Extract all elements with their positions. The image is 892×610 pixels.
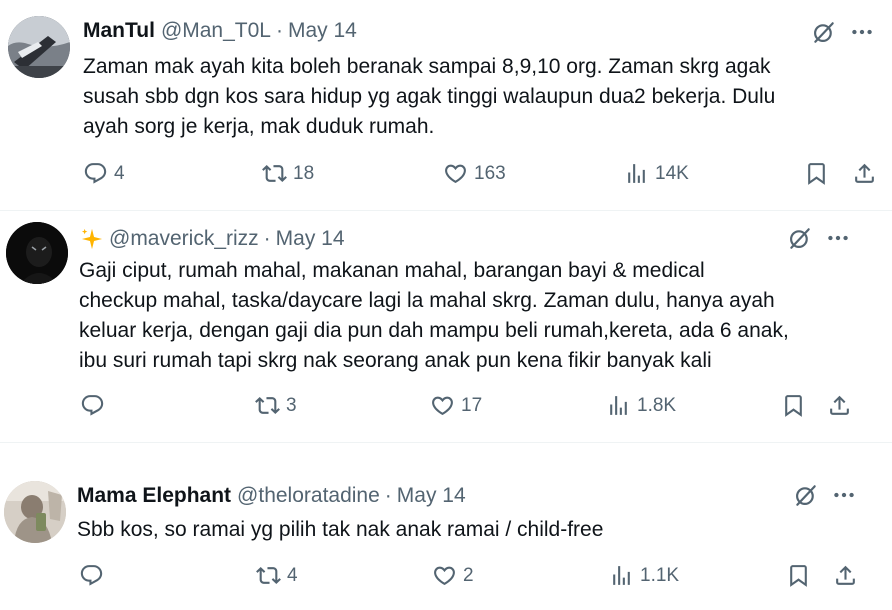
more-options-icon[interactable]	[849, 19, 875, 45]
tweet-text-line: keluar kerja, dengan gaji dia pun dah ma…	[79, 319, 789, 342]
more-options-icon[interactable]	[825, 225, 851, 251]
view-count: 14K	[655, 162, 689, 184]
repost-count: 3	[286, 394, 297, 416]
bookmark-icon	[804, 161, 829, 186]
tweet-text-line: Zaman mak ayah kita boleh beranak sampai…	[83, 55, 771, 78]
repost-button[interactable]: 4	[256, 563, 298, 588]
tweet-header: @maverick_rizz · May 14	[81, 227, 345, 251]
action-bar: 3 17 1.8K	[0, 393, 892, 423]
tweet-text: Gaji ciput, rumah mahal, makanan mahal, …	[79, 256, 789, 376]
like-button[interactable]: 163	[443, 161, 506, 186]
bookmark-button[interactable]	[804, 161, 829, 186]
avatar[interactable]	[4, 481, 66, 543]
like-count: 163	[474, 162, 506, 184]
share-button[interactable]	[833, 563, 858, 588]
tweet-text-line: ayah sorg je kerja, mak duduk rumah.	[83, 115, 435, 138]
separator-dot: ·	[263, 227, 271, 250]
tweet-text-line: ibu suri rumah tapi skrg nak seorang ana…	[79, 349, 712, 372]
bookmark-icon	[786, 563, 811, 588]
views-button[interactable]: 14K	[624, 161, 689, 186]
grok-icon[interactable]	[793, 482, 819, 508]
share-button[interactable]	[827, 393, 852, 418]
tweet-text: Zaman mak ayah kita boleh beranak sampai…	[83, 52, 775, 142]
author-handle[interactable]: @Man_T0L	[161, 19, 271, 43]
post-date[interactable]: May 14	[397, 484, 466, 508]
grok-icon[interactable]	[811, 19, 837, 45]
heart-icon	[443, 161, 468, 186]
tweet-3[interactable]: Mama Elephant @theloratadine · May 14 Sb…	[0, 443, 892, 610]
share-icon	[833, 563, 858, 588]
repost-count: 18	[293, 162, 315, 184]
author-name[interactable]: Mama Elephant	[77, 484, 231, 508]
reply-button[interactable]	[79, 563, 110, 588]
reply-icon	[80, 393, 105, 418]
repost-icon	[262, 161, 287, 186]
tweet-header: ManTul @Man_T0L · May 14	[83, 19, 357, 43]
tweet-text-line: checkup mahal, taska/daycare lagi la mah…	[79, 289, 775, 312]
view-count: 1.8K	[637, 394, 677, 416]
tweet-2[interactable]: @maverick_rizz · May 14 Gaji ciput, ruma…	[0, 211, 892, 442]
tweet-header: Mama Elephant @theloratadine · May 14	[77, 484, 466, 508]
views-icon	[606, 393, 631, 418]
repost-icon	[256, 563, 281, 588]
heart-icon	[432, 563, 457, 588]
views-button[interactable]: 1.8K	[606, 393, 676, 418]
tweet-text-line: Gaji ciput, rumah mahal, makanan mahal, …	[79, 259, 705, 282]
repost-button[interactable]: 18	[262, 161, 314, 186]
post-date[interactable]: May 14	[276, 227, 345, 251]
tweet-text-line: susah sbb dgn kos sara hidup yg agak tin…	[83, 85, 776, 108]
views-icon	[624, 161, 649, 186]
bookmark-button[interactable]	[781, 393, 806, 418]
share-icon	[852, 161, 877, 186]
grok-icon[interactable]	[787, 225, 813, 251]
separator-dot: ·	[275, 19, 283, 42]
like-button[interactable]: 17	[430, 393, 482, 418]
tweet-1[interactable]: ManTul @Man_T0L · May 14 Zaman mak ayah …	[0, 0, 892, 210]
like-button[interactable]: 2	[432, 563, 474, 588]
repost-count: 4	[287, 564, 298, 586]
views-icon	[609, 563, 634, 588]
bookmark-icon	[781, 393, 806, 418]
reply-icon	[79, 563, 104, 588]
view-count: 1.1K	[640, 564, 680, 586]
more-options-icon[interactable]	[831, 482, 857, 508]
tweet-text: Sbb kos, so ramai yg pilih tak nak anak …	[77, 515, 603, 545]
views-button[interactable]: 1.1K	[609, 563, 679, 588]
share-icon	[827, 393, 852, 418]
reply-button[interactable]	[80, 393, 111, 418]
separator-dot: ·	[384, 484, 392, 507]
author-handle[interactable]: @theloratadine	[237, 484, 380, 508]
share-button[interactable]	[852, 161, 877, 186]
repost-button[interactable]: 3	[255, 393, 297, 418]
action-bar: 4 2 1.1K	[0, 563, 892, 593]
repost-icon	[255, 393, 280, 418]
author-handle[interactable]: @maverick_rizz	[109, 227, 259, 251]
author-name[interactable]: ManTul	[83, 19, 155, 43]
avatar[interactable]	[6, 222, 68, 284]
reply-button[interactable]: 4	[83, 161, 125, 186]
reply-count: 4	[114, 162, 125, 184]
heart-icon	[430, 393, 455, 418]
like-count: 17	[461, 394, 483, 416]
bookmark-button[interactable]	[786, 563, 811, 588]
like-count: 2	[463, 564, 474, 586]
action-bar: 4 18 163 14K	[0, 161, 892, 191]
avatar[interactable]	[8, 16, 70, 78]
reply-icon	[83, 161, 108, 186]
post-date[interactable]: May 14	[288, 19, 357, 43]
sparkle-icon	[81, 228, 103, 250]
tweet-text-line: Sbb kos, so ramai yg pilih tak nak anak …	[77, 518, 604, 541]
